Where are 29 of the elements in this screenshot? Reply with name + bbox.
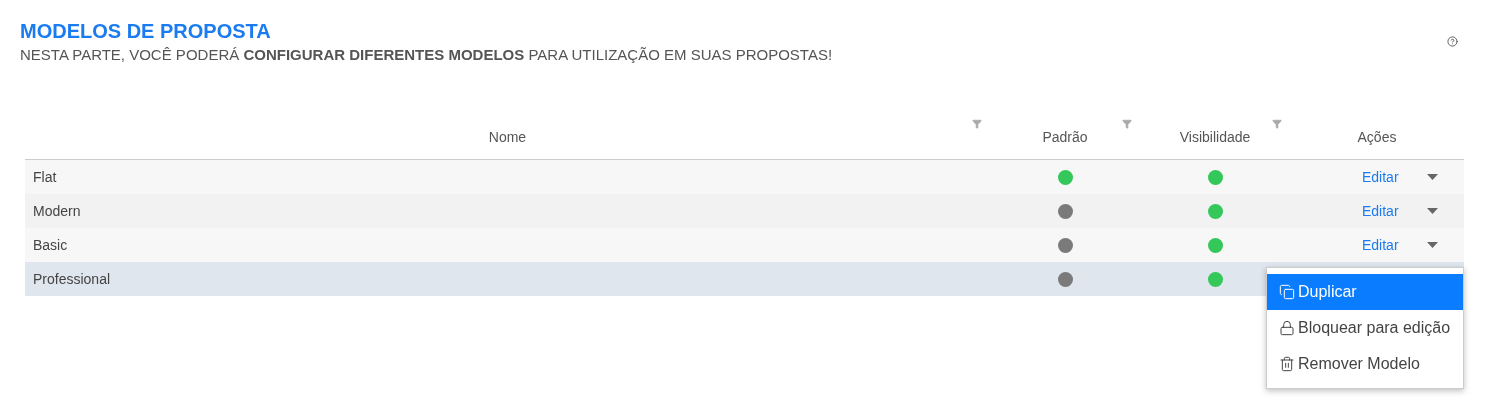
menu-item[interactable]: Bloquear para edição xyxy=(1267,310,1463,346)
column-header: Visibilidade xyxy=(1179,128,1251,147)
copy-icon xyxy=(1279,284,1295,300)
edit-link[interactable]: Editar xyxy=(1362,169,1399,185)
filter-icon[interactable] xyxy=(1122,119,1132,129)
caret-icon[interactable] xyxy=(1426,242,1438,248)
lock-icon xyxy=(1279,320,1295,336)
page-title: MODELOS DE PROPOSTA xyxy=(20,19,272,44)
edit-link[interactable]: Editar xyxy=(1362,237,1399,253)
table-cell: Flat xyxy=(33,169,57,185)
table-cell: Professional xyxy=(33,271,111,287)
filter-icon[interactable] xyxy=(1272,119,1282,129)
caret-icon[interactable] xyxy=(1426,208,1438,214)
edit-link[interactable]: Editar xyxy=(1362,203,1399,219)
table-cell: Basic xyxy=(33,237,68,253)
menu-item[interactable]: Duplicar xyxy=(1267,274,1463,310)
menu-item[interactable]: Remover Modelo xyxy=(1267,346,1463,382)
help-icon[interactable] xyxy=(1447,36,1458,47)
column-header: Nome xyxy=(488,128,527,147)
trash-icon xyxy=(1279,356,1295,372)
column-header: Ações xyxy=(1357,128,1397,147)
table-cell: Modern xyxy=(33,203,81,219)
table-row[interactable]: Flat Editar xyxy=(25,160,1464,194)
table-row[interactable]: Modern Editar xyxy=(25,194,1464,228)
page-subtitle: NESTA PARTE, VOCÊ PODERÁ CONFIGURAR DIFERENTES MODELOS PARA UTILIZAÇÃO EM SUAS PROPOSTAS! xyxy=(20,45,833,65)
column-header: Padrão xyxy=(1042,128,1088,147)
filter-icon[interactable] xyxy=(972,119,982,129)
caret-icon[interactable] xyxy=(1426,174,1438,180)
table-row[interactable]: Basic Editar xyxy=(25,228,1464,262)
